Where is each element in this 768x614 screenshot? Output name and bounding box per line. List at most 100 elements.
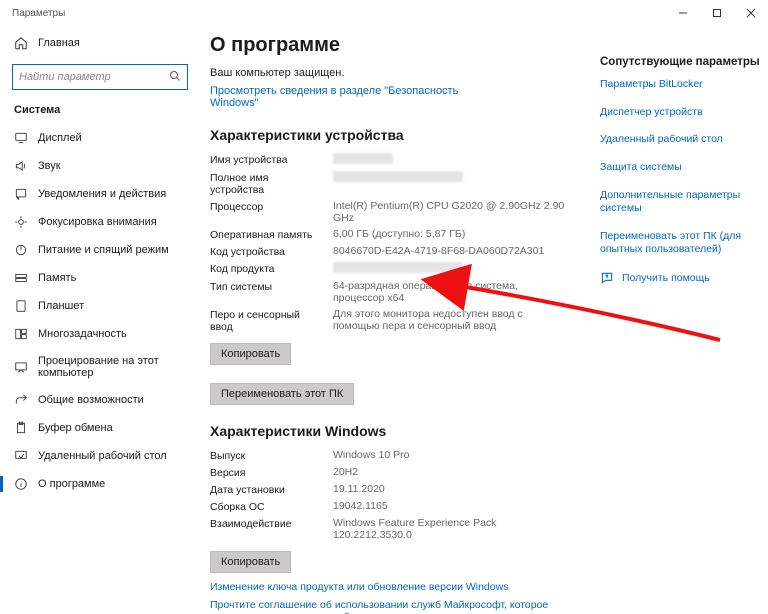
copy-button[interactable]: Копировать [210, 343, 291, 365]
sidebar-item-tablet[interactable]: Планшет [0, 292, 200, 320]
project-icon [14, 360, 28, 374]
device-spec-heading: Характеристики устройства [210, 127, 596, 143]
spec-key: Взаимодействие [210, 517, 325, 541]
maximize-button[interactable] [700, 0, 734, 26]
spec-key: Перо и сенсорный ввод [210, 308, 325, 333]
spec-value: 8046670D-E42A-4719-8F68-DA060D72A301 [333, 245, 570, 258]
sidebar-item-about[interactable]: О программе [0, 470, 200, 498]
sidebar-item-label: Удаленный рабочий стол [38, 450, 167, 462]
sidebar-item-label: О программе [38, 478, 105, 490]
clipboard-icon [14, 421, 28, 435]
related-link-remote[interactable]: Удаленный рабочий стол [600, 133, 760, 147]
spec-value: 19042.1165 [333, 500, 570, 513]
info-icon [14, 477, 28, 491]
multitask-icon [14, 327, 28, 341]
minimize-button[interactable] [666, 0, 700, 26]
sidebar-item-label: Планшет [38, 300, 84, 312]
related-link-bitlocker[interactable]: Параметры BitLocker [600, 78, 760, 92]
windows-spec-heading: Характеристики Windows [210, 423, 596, 439]
window-controls [666, 0, 768, 26]
related-link-devmgr[interactable]: Диспетчер устройств [600, 106, 760, 120]
notifications-icon [14, 187, 28, 201]
spec-value [333, 153, 570, 167]
redacted-value [333, 153, 393, 164]
title-bar: Параметры [0, 0, 768, 26]
sidebar-home[interactable]: Главная [0, 30, 200, 56]
sidebar-item-power[interactable]: Питание и спящий режим [0, 236, 200, 264]
sidebar-item-shared[interactable]: Общие возможности [0, 386, 200, 414]
spec-key: Процессор [210, 200, 325, 224]
sidebar: Главная Система Дисплей Звук Уведомления… [0, 26, 200, 614]
related-link-rename[interactable]: Переименовать этот ПК (для опытных польз… [600, 230, 760, 257]
windows-specs: Выпуск Windows 10 Pro Версия 20H2 Дата у… [210, 449, 570, 541]
search-input[interactable] [19, 71, 169, 83]
sidebar-item-sound[interactable]: Звук [0, 152, 200, 180]
spec-value: Windows Feature Experience Pack 120.2212… [333, 517, 570, 541]
display-icon [14, 131, 28, 145]
get-help[interactable]: Получить помощь [600, 271, 760, 285]
spec-value: 6,00 ГБ (доступно: 5,87 ГБ) [333, 228, 570, 241]
sidebar-item-project[interactable]: Проецирование на этот компьютер [0, 348, 200, 386]
search-icon [169, 70, 181, 85]
sidebar-item-clipboard[interactable]: Буфер обмена [0, 414, 200, 442]
secure-status: Ваш компьютер защищен. [210, 67, 596, 79]
main-content: О программе Ваш компьютер защищен. Просм… [200, 26, 600, 614]
sidebar-item-label: Уведомления и действия [38, 188, 166, 200]
sidebar-item-focus[interactable]: Фокусировка внимания [0, 208, 200, 236]
power-icon [14, 243, 28, 257]
sound-icon [14, 159, 28, 173]
spec-value [333, 262, 570, 276]
spec-key: Полное имя устройства [210, 171, 325, 196]
spec-key: Версия [210, 466, 325, 479]
related-settings: Сопутствующие параметры Параметры BitLoc… [600, 26, 768, 614]
spec-value: 19.11.2020 [333, 483, 570, 496]
product-key-link[interactable]: Изменение ключа продукта или обновление … [210, 581, 508, 593]
spec-key: Оперативная память [210, 228, 325, 241]
shared-icon [14, 393, 28, 407]
spec-value: Для этого монитора недоступен ввод с пом… [333, 308, 570, 333]
tablet-icon [14, 299, 28, 313]
sidebar-item-label: Проецирование на этот компьютер [38, 355, 186, 379]
spec-key: Дата установки [210, 483, 325, 496]
sidebar-item-label: Фокусировка внимания [38, 216, 157, 228]
sidebar-home-label: Главная [38, 37, 80, 49]
spec-value [333, 171, 570, 196]
sidebar-item-remote[interactable]: Удаленный рабочий стол [0, 442, 200, 470]
spec-key: Код устройства [210, 245, 325, 258]
remote-icon [14, 449, 28, 463]
spec-value: Windows 10 Pro [333, 449, 570, 462]
spec-value: Intel(R) Pentium(R) CPU G2020 @ 2.90GHz … [333, 200, 570, 224]
sidebar-item-label: Общие возможности [38, 394, 144, 406]
storage-icon [14, 271, 28, 285]
device-specs: Имя устройства Полное имя устройства Про… [210, 153, 570, 333]
sidebar-item-storage[interactable]: Память [0, 264, 200, 292]
related-heading: Сопутствующие параметры [600, 56, 760, 68]
spec-key: Имя устройства [210, 153, 325, 167]
spec-key: Выпуск [210, 449, 325, 462]
sidebar-item-notifications[interactable]: Уведомления и действия [0, 180, 200, 208]
sidebar-item-label: Звук [38, 160, 61, 172]
close-button[interactable] [734, 0, 768, 26]
home-icon [14, 36, 28, 50]
page-title: О программе [210, 34, 596, 57]
redacted-value [333, 171, 463, 182]
copy-button-2[interactable]: Копировать [210, 551, 291, 573]
license-link[interactable]: Прочтите соглашение об использовании слу… [210, 599, 596, 614]
focus-icon [14, 215, 28, 229]
sidebar-group-heading: Система [0, 100, 200, 124]
help-icon [600, 271, 614, 285]
sidebar-item-label: Буфер обмена [38, 422, 113, 434]
rename-pc-button[interactable]: Переименовать этот ПК [210, 383, 354, 405]
window-title: Параметры [12, 8, 65, 19]
sidebar-item-display[interactable]: Дисплей [0, 124, 200, 152]
sidebar-item-label: Питание и спящий режим [38, 244, 169, 256]
related-link-advanced[interactable]: Дополнительные параметры системы [600, 189, 760, 216]
sidebar-item-label: Многозадачность [38, 328, 127, 340]
spec-value: 64-разрядная операционная система, проце… [333, 280, 570, 304]
spec-key: Код продукта [210, 262, 325, 276]
sidebar-item-label: Дисплей [38, 132, 82, 144]
related-link-protection[interactable]: Защита системы [600, 161, 760, 175]
security-link[interactable]: Просмотреть сведения в разделе "Безопасн… [210, 85, 470, 109]
sidebar-item-multitask[interactable]: Многозадачность [0, 320, 200, 348]
search-box[interactable] [12, 64, 188, 90]
